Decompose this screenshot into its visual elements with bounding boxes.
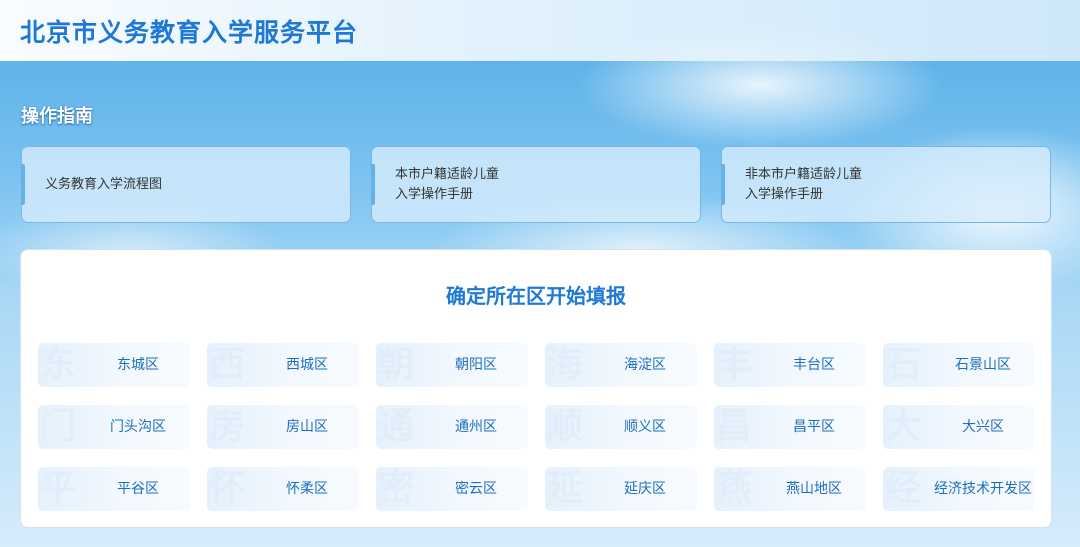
page-header: 北京市义务教育入学服务平台: [0, 0, 1080, 61]
guide-card-label: 本市户籍适龄儿童 入学操作手册: [395, 166, 500, 202]
guide-card-flowchart[interactable]: 义务教育入学流程图: [21, 146, 351, 223]
district-label: 门头沟区: [110, 419, 166, 435]
district-watermark: 密: [378, 468, 415, 509]
site-title: 北京市义务教育入学服务平台: [20, 18, 359, 47]
district-label: 顺义区: [624, 419, 666, 435]
district-button-yanshan[interactable]: 燕 燕山地区: [714, 467, 866, 511]
district-label: 通州区: [455, 419, 497, 435]
guide-card-local-manual[interactable]: 本市户籍适龄儿童 入学操作手册: [371, 146, 701, 223]
district-label: 大兴区: [962, 419, 1004, 435]
district-button-yanqing[interactable]: 延 延庆区: [545, 467, 697, 511]
district-button-xicheng[interactable]: 西 西城区: [207, 343, 359, 387]
district-watermark: 通: [378, 406, 415, 447]
district-label: 西城区: [286, 357, 328, 373]
district-watermark: 门: [40, 406, 77, 447]
district-button-tongzhou[interactable]: 通 通州区: [376, 405, 528, 449]
guide-card-label: 非本市户籍适龄儿童 入学操作手册: [745, 166, 863, 202]
district-watermark: 经: [885, 468, 922, 509]
guide-card-nonlocal-manual[interactable]: 非本市户籍适龄儿童 入学操作手册: [721, 146, 1051, 223]
district-label: 怀柔区: [286, 481, 328, 497]
district-watermark: 平: [40, 468, 77, 509]
district-watermark: 大: [885, 406, 922, 447]
district-watermark: 丰: [716, 344, 753, 385]
district-label: 平谷区: [117, 481, 159, 497]
district-button-huairou[interactable]: 怀 怀柔区: [207, 467, 359, 511]
district-button-fengtai[interactable]: 丰 丰台区: [714, 343, 866, 387]
district-watermark: 西: [209, 344, 246, 385]
district-label: 燕山地区: [786, 481, 842, 497]
district-label: 密云区: [455, 481, 497, 497]
district-label: 延庆区: [624, 481, 666, 497]
district-watermark: 东: [40, 344, 77, 385]
district-watermark: 燕: [716, 468, 753, 509]
district-watermark: 海: [547, 344, 584, 385]
district-label: 东城区: [117, 357, 159, 373]
district-watermark: 石: [885, 344, 922, 385]
district-label: 朝阳区: [455, 357, 497, 373]
district-button-pinggu[interactable]: 平 平谷区: [38, 467, 190, 511]
district-button-haidian[interactable]: 海 海淀区: [545, 343, 697, 387]
district-button-daxing[interactable]: 大 大兴区: [883, 405, 1035, 449]
district-button-shunyi[interactable]: 顺 顺义区: [545, 405, 697, 449]
district-button-dongcheng[interactable]: 东 东城区: [38, 343, 190, 387]
district-button-shijingshan[interactable]: 石 石景山区: [883, 343, 1035, 387]
district-button-chaoyang[interactable]: 朝 朝阳区: [376, 343, 528, 387]
district-watermark: 怀: [209, 468, 246, 509]
district-watermark: 顺: [547, 406, 584, 447]
district-label: 昌平区: [793, 419, 835, 435]
district-button-economic-dev-zone[interactable]: 经 经济技术开发区: [883, 467, 1035, 511]
district-button-miyun[interactable]: 密 密云区: [376, 467, 528, 511]
district-label: 丰台区: [793, 357, 835, 373]
district-label: 石景山区: [955, 357, 1011, 373]
district-panel: 确定所在区开始填报 东 东城区 西 西城区 朝 朝阳区 海 海淀区 丰 丰台区 …: [20, 249, 1052, 528]
district-label: 经济技术开发区: [934, 481, 1032, 497]
guide-card-label: 义务教育入学流程图: [45, 176, 163, 192]
district-watermark: 昌: [716, 406, 753, 447]
district-button-fangshan[interactable]: 房 房山区: [207, 405, 359, 449]
district-watermark: 房: [209, 406, 246, 447]
district-watermark: 朝: [378, 344, 415, 385]
district-label: 房山区: [286, 419, 328, 435]
district-label: 海淀区: [624, 357, 666, 373]
district-watermark: 延: [547, 468, 584, 509]
guide-section-title: 操作指南: [21, 106, 93, 127]
district-button-changping[interactable]: 昌 昌平区: [714, 405, 866, 449]
district-button-mentougou[interactable]: 门 门头沟区: [38, 405, 190, 449]
district-panel-title: 确定所在区开始填报: [446, 284, 626, 308]
